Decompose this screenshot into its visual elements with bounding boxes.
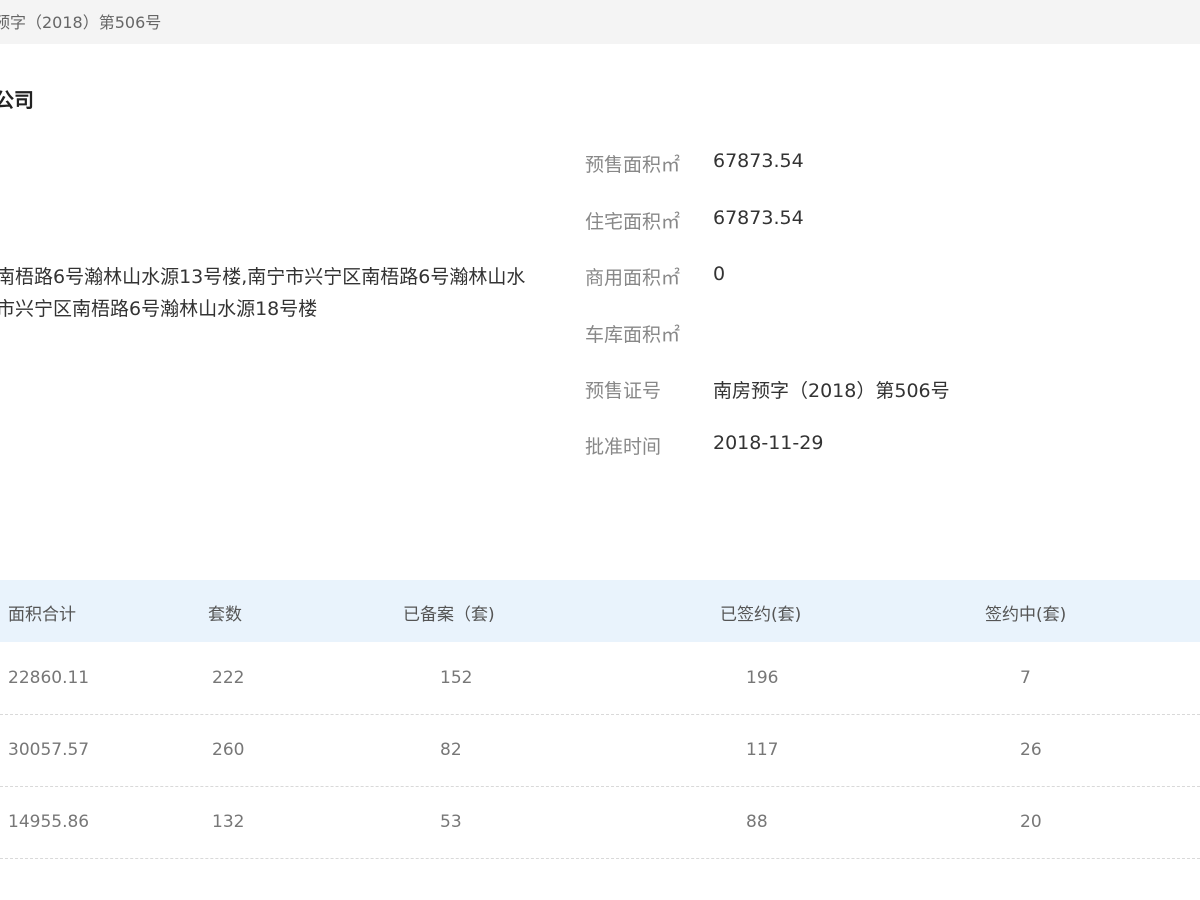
table-cell: 82 bbox=[440, 740, 462, 760]
table-cell: 132 bbox=[212, 812, 245, 832]
table-cell: 53 bbox=[440, 812, 462, 832]
info-label: 批准时间 bbox=[585, 436, 662, 458]
address-line-1: 南梧路6号瀚林山水源13号楼,南宁市兴宁区南梧路6号瀚林山水 bbox=[0, 266, 526, 288]
table-cell: 152 bbox=[440, 668, 473, 688]
table-cell: 260 bbox=[212, 740, 245, 760]
breadcrumb-text: 预字（2018）第506号 bbox=[0, 13, 162, 32]
info-label: 商用面积㎡ bbox=[585, 267, 681, 289]
table-row: 14955.86 132 53 88 20 bbox=[0, 786, 1200, 859]
info-value: 南房预字（2018）第506号 bbox=[713, 380, 950, 402]
sales-table-header: 面积合计 套数 已备案（套) 已签约(套) 签约中(套) bbox=[0, 580, 1200, 642]
column-header-signed: 已签约(套) bbox=[720, 605, 802, 625]
column-header-units: 套数 bbox=[208, 605, 242, 625]
column-header-registered: 已备案（套) bbox=[403, 605, 495, 625]
company-title: 公司 bbox=[0, 88, 34, 112]
table-cell: 20 bbox=[1020, 812, 1042, 832]
info-value: 67873.54 bbox=[713, 150, 804, 172]
page: 预字（2018）第506号 公司 南梧路6号瀚林山水源13号楼,南宁市兴宁区南梧… bbox=[0, 0, 1200, 900]
info-label: 住宅面积㎡ bbox=[585, 211, 681, 233]
address-line-2: 市兴宁区南梧路6号瀚林山水源18号楼 bbox=[0, 298, 318, 320]
info-label: 预售面积㎡ bbox=[585, 154, 681, 176]
table-cell: 196 bbox=[746, 668, 779, 688]
table-cell: 88 bbox=[746, 812, 768, 832]
info-value: 67873.54 bbox=[713, 207, 804, 229]
table-row: 30057.57 260 82 117 26 bbox=[0, 714, 1200, 787]
table-cell: 7 bbox=[1020, 668, 1031, 688]
project-address: 南梧路6号瀚林山水源13号楼,南宁市兴宁区南梧路6号瀚林山水 市兴宁区南梧路6号… bbox=[0, 261, 556, 325]
table-cell: 26 bbox=[1020, 740, 1042, 760]
info-value: 2018-11-29 bbox=[713, 432, 824, 454]
table-cell: 117 bbox=[746, 740, 779, 760]
table-cell: 22860.11 bbox=[8, 668, 90, 688]
column-header-total-area: 面积合计 bbox=[8, 605, 76, 625]
table-row: 22860.11 222 152 196 7 bbox=[0, 642, 1200, 715]
top-breadcrumb-bar: 预字（2018）第506号 bbox=[0, 0, 1200, 44]
info-value: 0 bbox=[713, 263, 726, 285]
table-cell: 30057.57 bbox=[8, 740, 90, 760]
info-label: 车库面积㎡ bbox=[585, 324, 681, 346]
table-cell: 14955.86 bbox=[8, 812, 90, 832]
column-header-signing: 签约中(套) bbox=[985, 605, 1067, 625]
table-cell: 222 bbox=[212, 668, 245, 688]
info-label: 预售证号 bbox=[585, 380, 662, 402]
